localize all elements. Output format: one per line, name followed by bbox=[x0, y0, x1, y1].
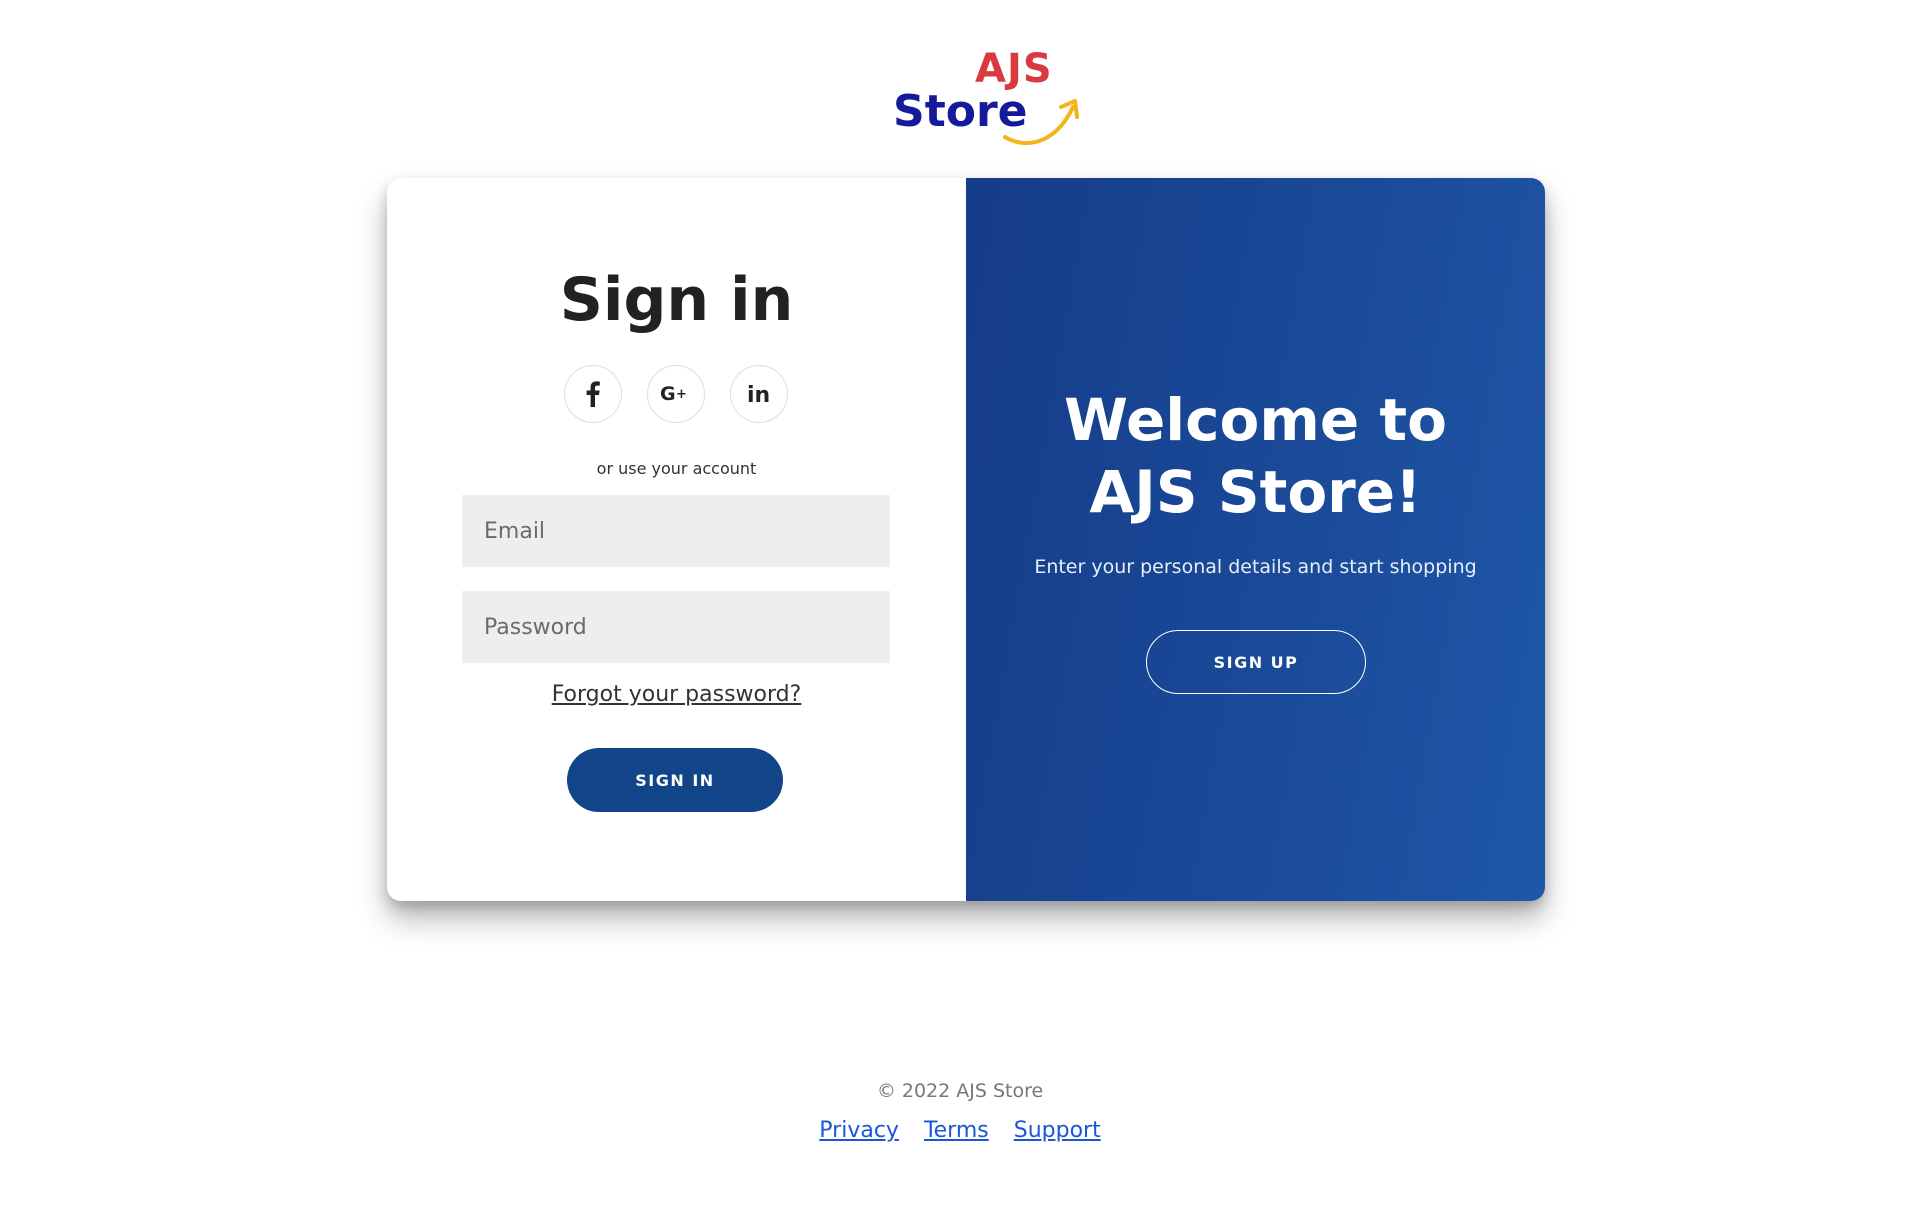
brand-logo[interactable]: AJS Store bbox=[893, 45, 1083, 145]
welcome-heading-line1: Welcome to bbox=[1064, 386, 1447, 454]
linkedin-icon: in bbox=[747, 383, 770, 406]
signin-title: Sign in bbox=[559, 265, 794, 335]
forgot-password-row: Forgot your password? bbox=[387, 680, 966, 710]
signin-panel: Sign in G + in or use your account Email… bbox=[387, 178, 966, 901]
welcome-heading-line2: AJS Store! bbox=[1089, 458, 1422, 526]
logo-arrow-icon bbox=[1003, 99, 1079, 145]
copyright-text: © 2022 AJS Store bbox=[876, 1080, 1044, 1102]
svg-text:+: + bbox=[676, 387, 687, 402]
password-field[interactable] bbox=[462, 591, 890, 663]
alternate-login-hint: or use your account bbox=[596, 459, 757, 478]
facebook-icon bbox=[586, 381, 600, 407]
facebook-login-button[interactable] bbox=[564, 365, 622, 423]
email-field[interactable] bbox=[462, 495, 890, 567]
svg-text:G: G bbox=[660, 383, 676, 405]
welcome-tagline: Enter your personal details and start sh… bbox=[1034, 556, 1477, 578]
footer-link-terms[interactable]: Terms bbox=[924, 1118, 989, 1143]
linkedin-login-button[interactable]: in bbox=[730, 365, 788, 423]
page-footer: © 2022 AJS Store Privacy Terms Support bbox=[0, 1078, 1920, 1146]
google-plus-icon: G + bbox=[660, 383, 687, 405]
forgot-password-link[interactable]: Forgot your password? bbox=[552, 682, 802, 707]
sign-up-button[interactable]: SIGN UP bbox=[1146, 630, 1366, 694]
footer-link-privacy[interactable]: Privacy bbox=[819, 1118, 899, 1143]
welcome-heading: Welcome to AJS Store! bbox=[966, 384, 1545, 528]
auth-card: Sign in G + in or use your account Email… bbox=[387, 178, 1545, 901]
sign-in-button[interactable]: SIGN IN bbox=[567, 748, 783, 812]
welcome-panel: Welcome to AJS Store! Enter your persona… bbox=[966, 178, 1545, 901]
footer-links: Privacy Terms Support bbox=[0, 1116, 1920, 1146]
footer-link-support[interactable]: Support bbox=[1014, 1118, 1101, 1143]
social-login-group: G + in bbox=[564, 365, 790, 425]
svg-text:in: in bbox=[747, 383, 770, 406]
google-plus-login-button[interactable]: G + bbox=[647, 365, 705, 423]
